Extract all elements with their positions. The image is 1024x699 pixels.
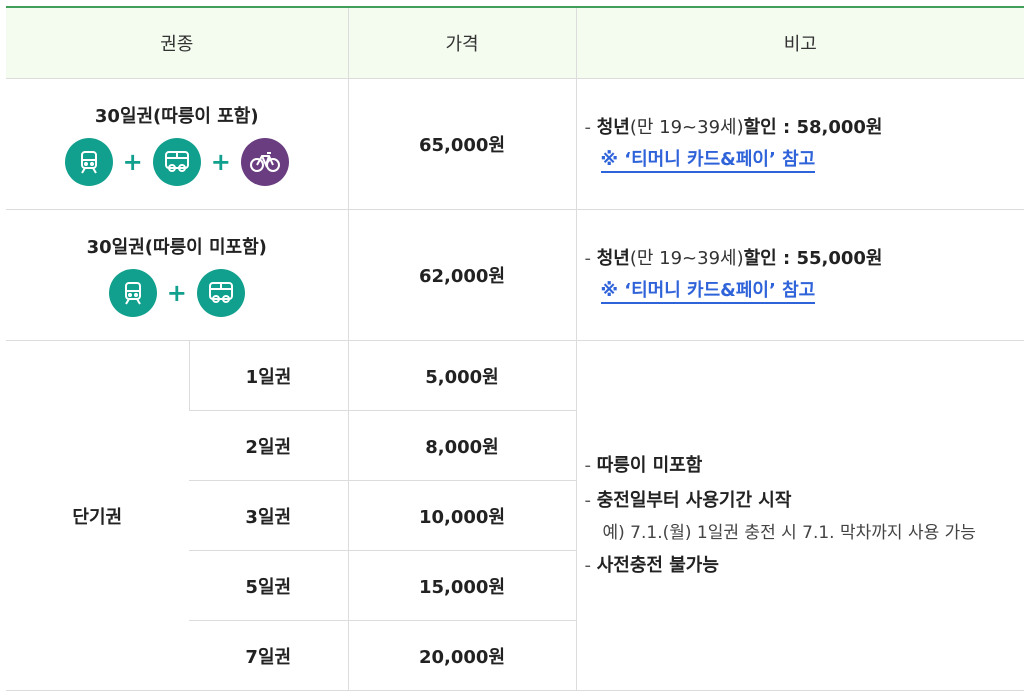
table-row: 30일권(따릉이 미포함) + 62,000원 - 청년(만 19~39세)할인… <box>6 209 1024 341</box>
short-term-price: 15,000원 <box>347 550 576 621</box>
plus-icon: + <box>166 279 187 307</box>
note-example: 예) 7.1.(월) 1일권 충전 시 7.1. 막차까지 사용 가능 <box>602 523 976 543</box>
short-term-label: 단기권 <box>6 340 189 691</box>
transport-icons: + <box>6 269 348 317</box>
header-price: 가격 <box>347 7 576 79</box>
short-term-price: 8,000원 <box>347 410 576 481</box>
subway-icon <box>64 138 113 186</box>
youth-discount: - 청년(만 19~39세)할인 : 55,000원 <box>584 248 883 269</box>
note-cell: - 청년(만 19~39세)할인 : 55,000원 ※ ‘티머니 카드&페이’… <box>575 209 1024 341</box>
short-term-name: 2일권 <box>189 410 348 481</box>
price-cell: 62,000원 <box>347 209 576 341</box>
header-note: 비고 <box>575 7 1024 79</box>
price-cell: 65,000원 <box>347 78 576 210</box>
note-start-period: - 충전일부터 사용기간 시작 <box>584 490 792 511</box>
short-term-price: 20,000원 <box>347 620 576 691</box>
table-row: 단기권 1일권 5,000원 - 따릉이 미포함 - 충전일부터 사용기간 시작… <box>6 340 1024 691</box>
bus-icon <box>196 269 245 317</box>
tmoney-reference-link[interactable]: ※ ‘티머니 카드&페이’ 참고 <box>600 149 816 173</box>
fare-table: 권종 가격 비고 30일권(따릉이 포함) + + 65,000원 - 청년(만… <box>6 6 1024 691</box>
ticket-type-cell: 30일권(따릉이 포함) + + <box>6 78 348 210</box>
note-no-bike: - 따릉이 미포함 <box>584 455 703 476</box>
tmoney-reference-link[interactable]: ※ ‘티머니 카드&페이’ 참고 <box>600 280 816 304</box>
youth-discount: - 청년(만 19~39세)할인 : 58,000원 <box>584 117 883 138</box>
short-term-name: 3일권 <box>189 480 348 551</box>
short-term-name: 5일권 <box>189 550 348 621</box>
note-cell: - 청년(만 19~39세)할인 : 58,000원 ※ ‘티머니 카드&페이’… <box>575 78 1024 210</box>
short-term-notes: - 따릉이 미포함 - 충전일부터 사용기간 시작 예) 7.1.(월) 1일권… <box>575 340 1024 691</box>
table-row: 30일권(따릉이 포함) + + 65,000원 - 청년(만 19~39세)할… <box>6 78 1024 210</box>
short-term-price: 10,000원 <box>347 480 576 551</box>
header-row: 권종 가격 비고 <box>6 7 1024 79</box>
short-term-name: 7일권 <box>189 620 348 691</box>
note-no-precharge: - 사전충전 불가능 <box>584 555 719 576</box>
ticket-title: 30일권(따릉이 미포함) <box>86 237 267 258</box>
short-term-price: 5,000원 <box>347 340 576 411</box>
subway-icon <box>108 269 157 317</box>
ticket-type-cell: 30일권(따릉이 미포함) + <box>6 209 348 341</box>
plus-icon: + <box>210 148 231 176</box>
bus-icon <box>152 138 201 186</box>
ticket-title: 30일권(따릉이 포함) <box>94 106 259 127</box>
short-term-name: 1일권 <box>188 340 348 411</box>
plus-icon: + <box>122 148 143 176</box>
transport-icons: + + <box>6 138 348 186</box>
bicycle-icon <box>240 138 289 186</box>
header-type: 권종 <box>6 7 348 79</box>
